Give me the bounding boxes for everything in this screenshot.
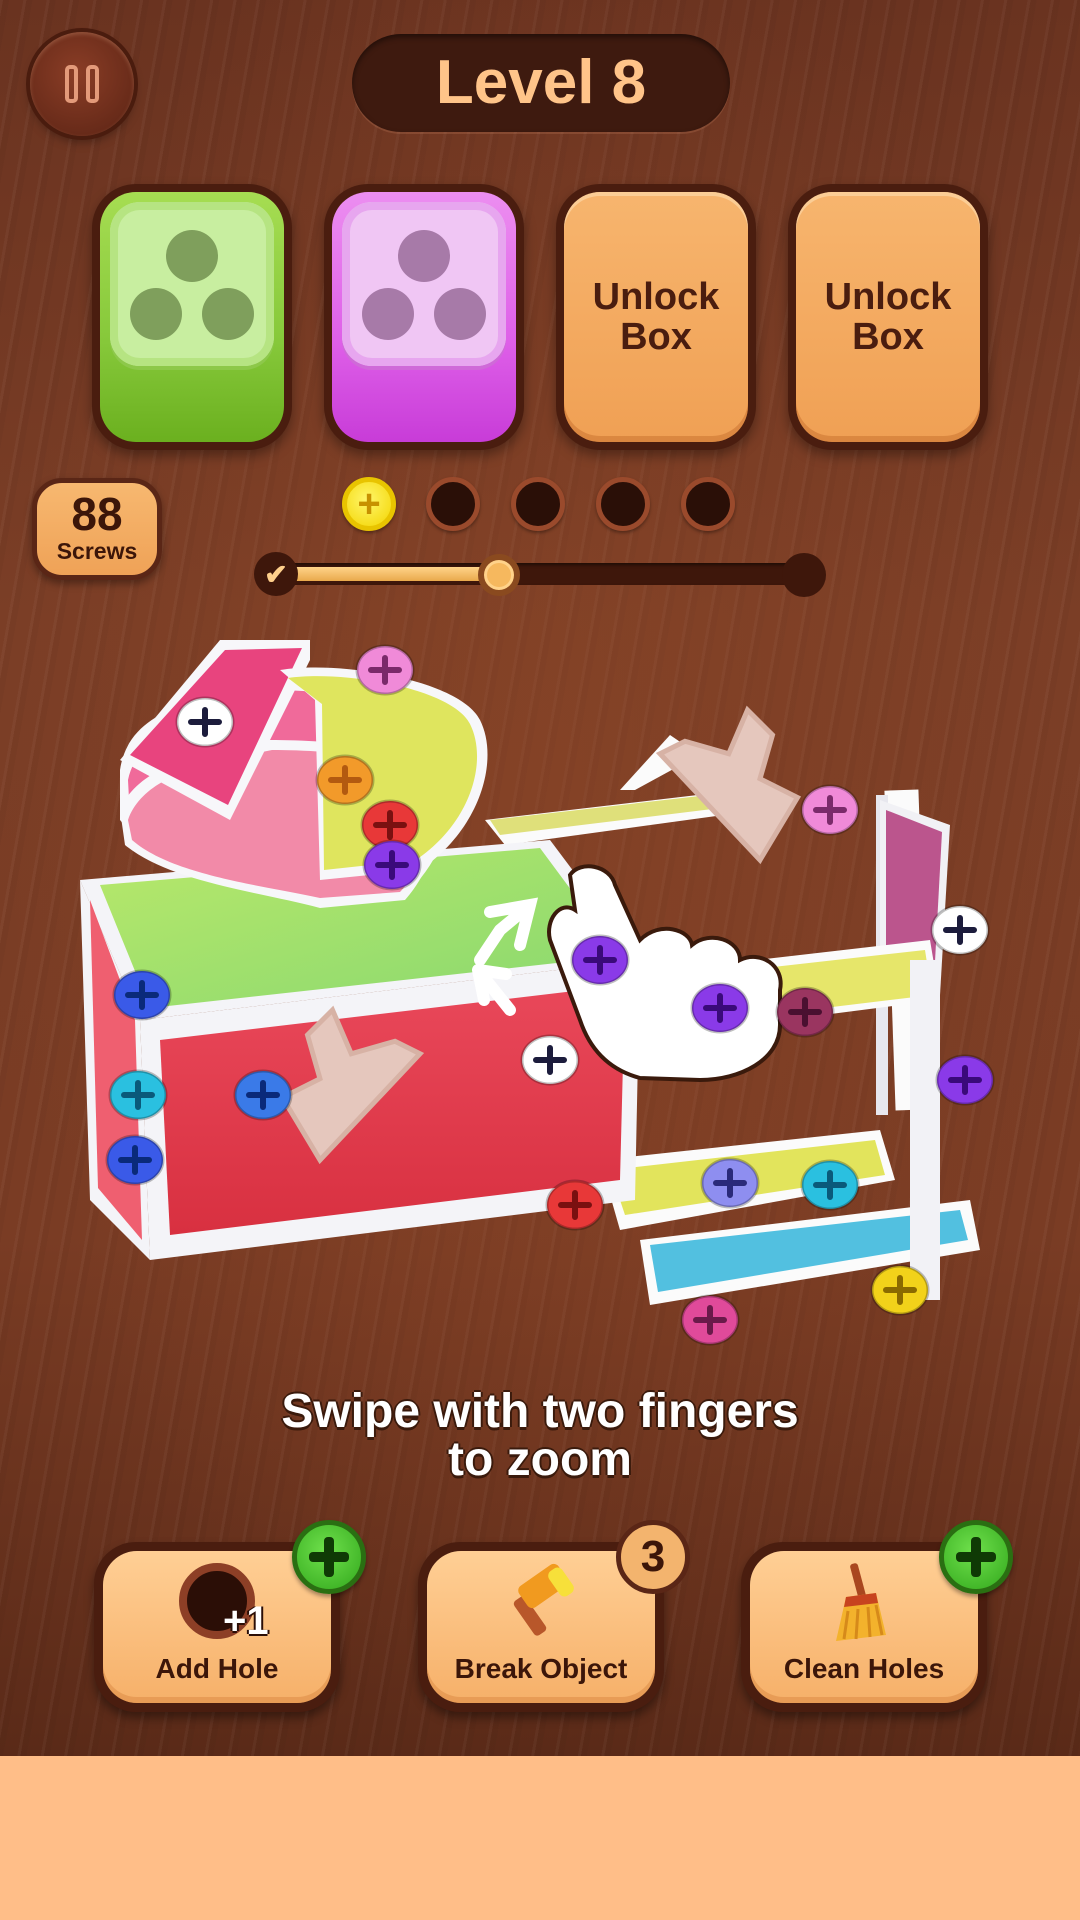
clean-holes-button[interactable]: Clean Holes [741, 1520, 1013, 1712]
box-body [332, 192, 516, 442]
hole-slot-empty[interactable] [511, 477, 565, 531]
unlock-box-button[interactable]: Unlock Box [556, 184, 756, 450]
screw[interactable] [355, 644, 415, 696]
break-object-label: Break Object [454, 1653, 628, 1684]
box-body [100, 192, 284, 442]
hammer-icon [501, 1563, 581, 1648]
box-hole [398, 230, 450, 282]
screw[interactable] [935, 1054, 995, 1106]
zoom-hint-line2: to zoom [448, 1433, 632, 1486]
screws-counter: 88 Screws [32, 478, 162, 580]
hole-slot-empty[interactable] [426, 477, 480, 531]
zoom-hint: Swipe with two fingers to zoom [0, 1388, 1080, 1484]
screws-count: 88 [71, 488, 123, 540]
hole-slot-empty[interactable] [681, 477, 735, 531]
screw[interactable] [520, 1034, 580, 1086]
pause-button[interactable] [30, 32, 134, 136]
screw[interactable] [362, 839, 422, 891]
screw[interactable] [930, 904, 990, 956]
game-board[interactable]: Level 8 Unlock Box Unlock Box 88 Screws … [0, 0, 1080, 1756]
screw[interactable] [870, 1264, 930, 1316]
unlock-box-label: Unlock Box [593, 277, 720, 357]
screw[interactable] [700, 1157, 760, 1209]
progress-end-marker [782, 553, 826, 597]
screw[interactable] [800, 1159, 860, 1211]
screw[interactable] [800, 784, 860, 836]
plus-one-text: +1 [223, 1599, 269, 1643]
screw[interactable] [690, 982, 750, 1034]
box-hole [202, 288, 254, 340]
plus-icon [309, 1537, 349, 1577]
plus-icon [956, 1537, 996, 1577]
progress-marker [478, 554, 520, 596]
unlock-box-button[interactable]: Unlock Box [788, 184, 988, 450]
checkmark-icon: ✔ [254, 552, 298, 596]
bottom-blank-area [0, 1756, 1080, 1920]
screws-label: Screws [56, 538, 138, 564]
clean-holes-label: Clean Holes [783, 1653, 945, 1684]
yellow-screw-icon: + [357, 482, 381, 526]
break-object-count-badge: 3 [616, 1520, 690, 1594]
pause-icon-bar [86, 65, 99, 103]
screw[interactable] [108, 1069, 168, 1121]
rotate-arrow-up-right [655, 705, 802, 865]
screw[interactable] [105, 1134, 165, 1186]
box-lid [110, 202, 274, 366]
screw[interactable] [775, 986, 835, 1038]
broom-icon [824, 1563, 904, 1648]
box-hole [434, 288, 486, 340]
zoom-hint-line1: Swipe with two fingers [281, 1385, 799, 1438]
pause-icon [65, 65, 78, 103]
box-hole [362, 288, 414, 340]
screw-puzzle-object[interactable] [80, 640, 1010, 1360]
hole-slot-filled[interactable]: + [342, 477, 396, 531]
screw-box-pink[interactable] [324, 184, 524, 450]
add-hole-button[interactable]: +1 Add Hole [94, 1520, 366, 1712]
screw[interactable] [315, 754, 375, 806]
unlock-box-line2: Box [620, 316, 692, 358]
level-progress-bar [262, 563, 812, 585]
screw[interactable] [570, 934, 630, 986]
unlock-box-label: Unlock Box [825, 277, 952, 357]
break-object-button[interactable]: Break Object 3 [418, 1520, 690, 1712]
level-title: Level 8 [352, 34, 730, 132]
hole-slot-empty[interactable] [596, 477, 650, 531]
unlock-box-line1: Unlock [824, 276, 952, 318]
box-hole [130, 288, 182, 340]
hole-plus-one-icon: +1 [179, 1563, 269, 1643]
screw[interactable] [112, 969, 172, 1021]
screw[interactable] [233, 1069, 293, 1121]
screw[interactable] [545, 1179, 605, 1231]
screw[interactable] [680, 1294, 740, 1346]
screw[interactable] [175, 696, 235, 748]
box-lid [342, 202, 506, 366]
unlock-box-line2: Box [852, 316, 924, 358]
box-hole [166, 230, 218, 282]
screw-box-green[interactable] [92, 184, 292, 450]
box-body: Unlock Box [564, 192, 748, 442]
unlock-box-line1: Unlock [592, 276, 720, 318]
clean-holes-plus-badge[interactable] [939, 1520, 1013, 1594]
add-hole-plus-badge[interactable] [292, 1520, 366, 1594]
box-body: Unlock Box [796, 192, 980, 442]
add-hole-label: Add Hole [155, 1653, 279, 1684]
hole-icon: +1 [179, 1563, 269, 1643]
